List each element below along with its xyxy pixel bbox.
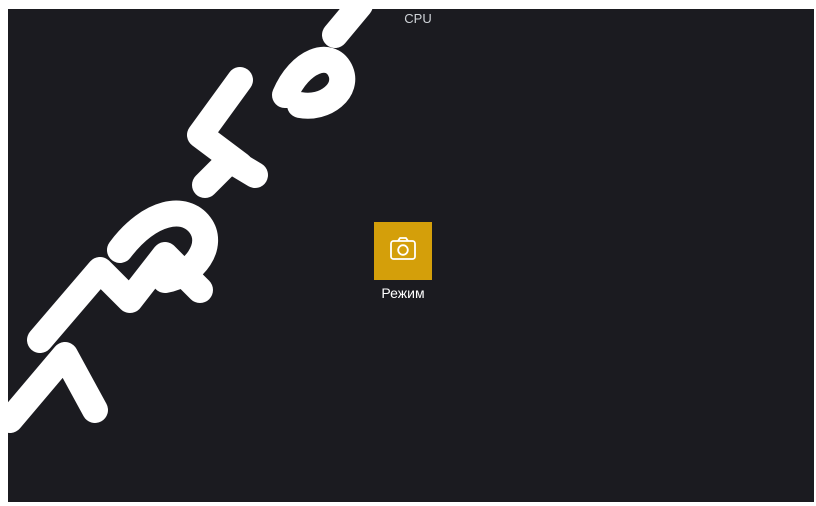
dvr-screen: CPU Режим bbox=[8, 9, 814, 502]
channel-title: CPU bbox=[404, 11, 432, 26]
mode-label: Режим bbox=[381, 285, 425, 301]
camera-icon bbox=[387, 233, 419, 270]
mode-button[interactable] bbox=[374, 222, 432, 280]
page: CPU Режим bbox=[0, 0, 816, 506]
